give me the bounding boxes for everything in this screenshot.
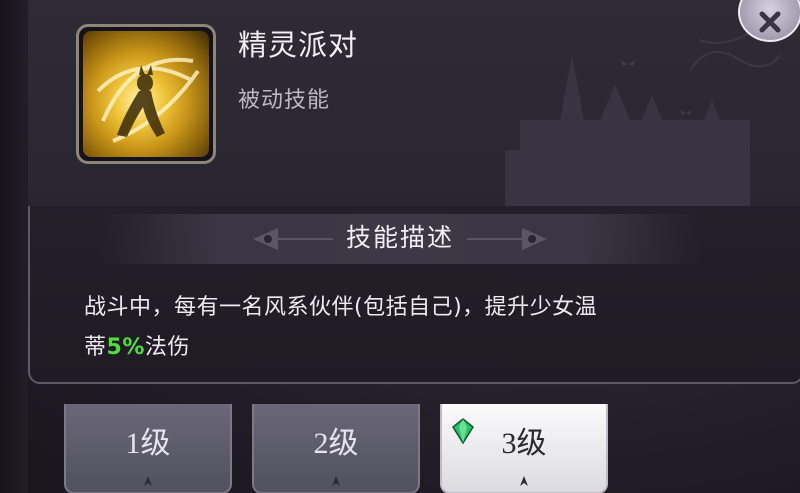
skill-type: 被动技能 xyxy=(238,88,331,113)
golden-wind-swirl-icon xyxy=(83,31,209,157)
tab-marker-icon xyxy=(144,476,152,486)
emerald-gem-icon xyxy=(452,418,474,444)
description-text-pre: 蒂 xyxy=(84,335,107,360)
close-x-icon xyxy=(759,11,781,33)
description-line-2: 蒂5%法伤 xyxy=(84,328,744,368)
level-tab-label: 1级 xyxy=(125,427,171,460)
skill-icon-frame: 3 xyxy=(76,24,216,164)
section-title: 技能描述 xyxy=(345,223,454,252)
description-line-1: 战斗中，每有一名风系伙伴(包括自己)，提升少女温 xyxy=(84,295,598,320)
level-tab-2[interactable]: 2级 xyxy=(252,404,420,493)
skill-name: 精灵派对 xyxy=(238,28,359,62)
description-text-post: 法伤 xyxy=(144,335,190,360)
game-screen: 3 精灵派对 被动技能 技能描述 战斗中，每有一名风系伙伴(包括自己)，提升少女… xyxy=(0,0,800,493)
level-tab-label: 2级 xyxy=(313,427,359,460)
tab-marker-icon xyxy=(520,476,528,486)
damage-bonus-value: 5% xyxy=(106,335,145,360)
close-button[interactable] xyxy=(738,0,800,42)
skill-description: 战斗中，每有一名风系伙伴(包括自己)，提升少女温 蒂5%法伤 xyxy=(84,288,744,368)
tab-marker-icon xyxy=(332,476,340,486)
fairy-silhouette-icon xyxy=(96,57,200,143)
level-tab-1[interactable]: 1级 xyxy=(64,404,232,493)
